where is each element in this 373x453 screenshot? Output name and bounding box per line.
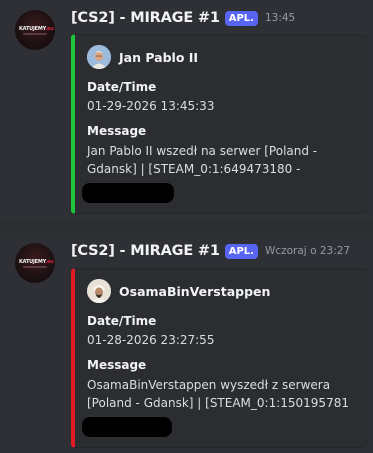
message-timestamp[interactable]: 13:45 bbox=[265, 12, 295, 24]
field-name-message: Message bbox=[87, 358, 147, 372]
message-timestamp[interactable]: Wczoraj o 23:27 bbox=[265, 245, 350, 257]
embed-author: Jan Pablo II bbox=[87, 45, 198, 69]
field-name-message: Message bbox=[87, 124, 147, 138]
message-line-1: Jan Pablo II wszedł na serwer [Poland - bbox=[87, 144, 318, 158]
chat-message: KATUJEMY.eu [CS2] - MIRAGE #1 APL. Wczor… bbox=[0, 233, 373, 453]
message-embed: Jan Pablo II Date/Time 01-29-2026 13:45:… bbox=[71, 34, 367, 214]
embed-author: OsamaBinVerstappen bbox=[87, 279, 270, 303]
server-logo-icon[interactable]: KATUJEMY.eu bbox=[15, 243, 55, 283]
server-logo-icon[interactable]: KATUJEMY.eu bbox=[15, 10, 55, 50]
author-avatar-icon bbox=[87, 279, 111, 303]
field-value-message: Jan Pablo II wszedł na serwer [Poland - … bbox=[87, 142, 357, 178]
message-embed: OsamaBinVerstappen Date/Time 01-28-2026 … bbox=[71, 268, 367, 448]
redaction-mark bbox=[82, 183, 174, 203]
message-line-1: OsamaBinVerstappen wyszedł z serwera bbox=[87, 378, 331, 392]
message-header: [CS2] - MIRAGE #1 APL. 13:45 bbox=[71, 10, 295, 26]
bot-username[interactable]: [CS2] - MIRAGE #1 bbox=[71, 243, 220, 259]
field-name-datetime: Date/Time bbox=[87, 80, 157, 94]
message-line-2: Gdansk] | [STEAM_0:1:649473180 - bbox=[87, 162, 301, 176]
message-header: [CS2] - MIRAGE #1 APL. Wczoraj o 23:27 bbox=[71, 243, 350, 259]
embed-author-name: Jan Pablo II bbox=[119, 49, 199, 65]
field-value-datetime: 01-29-2026 13:45:33 bbox=[87, 99, 215, 113]
app-tag-badge: APL. bbox=[224, 243, 258, 259]
author-avatar-icon bbox=[87, 45, 111, 69]
field-value-datetime: 01-28-2026 23:27:55 bbox=[87, 333, 215, 347]
chat-message: KATUJEMY.eu [CS2] - MIRAGE #1 APL. 13:45… bbox=[0, 0, 373, 222]
bot-username[interactable]: [CS2] - MIRAGE #1 bbox=[71, 10, 220, 26]
app-tag-badge: APL. bbox=[224, 10, 258, 26]
redaction-mark bbox=[82, 417, 172, 437]
field-name-datetime: Date/Time bbox=[87, 314, 157, 328]
embed-author-name: OsamaBinVerstappen bbox=[119, 283, 271, 299]
